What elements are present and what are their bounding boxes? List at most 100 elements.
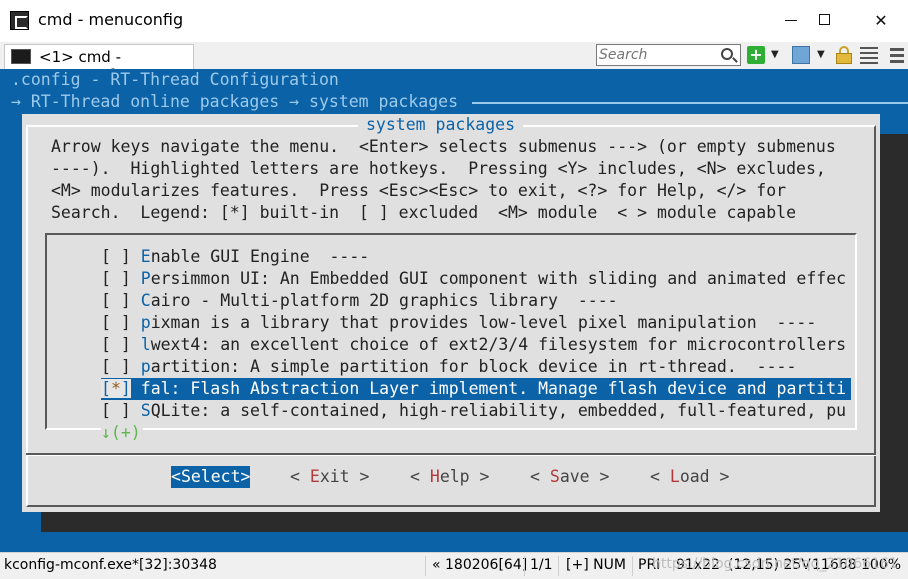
watermark: https://blog.csdn.net/qq_21066161 (652, 556, 898, 572)
button-post: > (240, 467, 251, 486)
menu-item-checkbox (111, 291, 121, 310)
menu-item-hotkey: p (140, 313, 151, 332)
menu-item-label: ersimmon UI: An Embedded GUI component w… (150, 269, 847, 288)
menu-item-hotkey: E (140, 247, 151, 266)
menu-item-bracket: [ (101, 401, 111, 420)
menu-item-checkbox (111, 313, 121, 332)
new-console-icon[interactable]: + (747, 46, 765, 64)
console-tab[interactable]: <1> cmd - menuconf (4, 44, 194, 84)
status-flags: [+] NUM (566, 557, 626, 573)
search-icon[interactable] (721, 48, 733, 60)
load-button[interactable]: < Load > (650, 466, 730, 488)
menu-item[interactable]: [ ] Cairo - Multi-platform 2D graphics l… (101, 290, 851, 312)
menu-item[interactable]: [ ] Persimmon UI: An Embedded GUI compon… (101, 268, 851, 290)
console-area[interactable]: .config - RT-Thread Configuration → RT-T… (0, 69, 908, 552)
dialog-shadow-bottom (41, 512, 908, 532)
exit-button[interactable]: < Exit > (290, 466, 370, 488)
maximize-button[interactable] (802, 0, 848, 42)
button-hot: L (669, 467, 680, 486)
button-pre: < (410, 467, 430, 486)
tab-toolbar: <1> cmd - menuconf + ▼ ▼ (0, 42, 908, 84)
select-button[interactable]: <Select> (171, 466, 251, 488)
menu-item-bracket: [ (101, 313, 111, 332)
button-rest: elp (439, 467, 470, 486)
lock-icon[interactable] (836, 46, 852, 64)
menu-item[interactable]: [ ] pixman is a library that provides lo… (101, 312, 851, 334)
button-post: > (589, 467, 610, 486)
menu-item-bracket: [ (101, 379, 111, 398)
menu-item-bracket: [ (101, 291, 111, 310)
window-title: cmd - menuconfig (38, 10, 184, 29)
menu-item[interactable]: [ ] partition: A simple partition for bl… (101, 356, 851, 378)
status-page: 1/1 (530, 557, 553, 573)
menu-item-checkbox (111, 335, 121, 354)
menu-item[interactable]: [ ] lwext4: an excellent choice of ext2/… (101, 334, 851, 356)
menu-item-bracket: [ (101, 335, 111, 354)
menu-item-bracket: ] (120, 291, 131, 310)
button-pre: < (650, 467, 670, 486)
menu-item-bracket: ] (120, 379, 131, 398)
search-box[interactable] (596, 44, 741, 66)
config-header: .config - RT-Thread Configuration (11, 70, 339, 89)
menuconfig-dialog: system packages Arrow keys navigate the … (22, 114, 880, 512)
save-button[interactable]: < Save > (530, 466, 610, 488)
button-rest: elect (190, 467, 241, 486)
menu-item-checkbox (111, 269, 121, 288)
menu-item-checkbox: * (110, 379, 121, 398)
button-post: > (349, 467, 370, 486)
menu-item-bracket: [ (101, 357, 111, 376)
hamburger-menu-icon[interactable] (890, 46, 904, 64)
help-text: ----). Highlighted letters are hotkeys. … (51, 159, 826, 178)
help-text: Search. Legend: [*] built-in [ ] exclude… (51, 203, 797, 222)
new-console-dropdown-icon[interactable]: ▼ (771, 46, 781, 64)
status-bar: kconfig-mconf.exe*[32]:30348 « 180206[64… (0, 552, 908, 579)
search-input[interactable] (599, 46, 717, 64)
button-hot: H (429, 467, 440, 486)
status-process: kconfig-mconf.exe*[32]:30348 (4, 557, 217, 573)
panel-view-icon[interactable] (792, 46, 810, 64)
menu-item-hotkey: S (140, 401, 151, 420)
help-text: Arrow keys navigate the menu. <Enter> se… (51, 137, 836, 156)
button-pre: < (171, 467, 181, 486)
button-rest: oad (679, 467, 710, 486)
dialog-title: system packages (358, 114, 524, 136)
button-post: > (709, 467, 730, 486)
button-rest: ave (559, 467, 590, 486)
menu-item-bracket: [ (101, 247, 111, 266)
help-text: <M> modularizes features. Press <Esc><Es… (51, 181, 787, 200)
menu-item[interactable]: [ ] SQLite: a self-contained, high-relia… (101, 400, 851, 422)
settings-list-icon[interactable] (860, 46, 878, 64)
menu-item-hotkey: l (140, 335, 151, 354)
maximize-icon (819, 14, 830, 25)
button-hot: S (180, 467, 191, 486)
breadcrumb-rule (472, 102, 908, 104)
menu-item-checkbox (111, 357, 121, 376)
status-position: « 180206[64] (432, 557, 528, 573)
menu-item-label: artition: A simple partition for block d… (150, 357, 797, 376)
title-bar: cmd - menuconfig ✕ (0, 0, 908, 42)
menu-item-label: QLite: a self-contained, high-reliabilit… (150, 401, 847, 420)
menu-item-label: ixman is a library that provides low-lev… (150, 313, 817, 332)
menu-item-label: wext4: an excellent choice of ext2/3/4 f… (150, 335, 847, 354)
close-button[interactable]: ✕ (858, 0, 904, 42)
menu-item-bracket: ] (120, 313, 131, 332)
menu-item-checkbox (111, 247, 121, 266)
button-hot: E (309, 467, 320, 486)
help-button[interactable]: < Help > (410, 466, 490, 488)
menu-item-label: al: Flash Abstraction Layer implement. M… (150, 379, 847, 398)
menu-item-label: nable GUI Engine ---- (150, 247, 370, 266)
menu-item-hotkey: p (140, 357, 151, 376)
menu-item[interactable]: [*] fal: Flash Abstraction Layer impleme… (101, 378, 851, 400)
menu-item-bracket: ] (120, 247, 131, 266)
menu-item-bracket: [ (101, 269, 111, 288)
panel-view-dropdown-icon[interactable]: ▼ (817, 46, 827, 64)
menu-item-bracket: ] (120, 335, 131, 354)
minimize-icon (785, 20, 797, 21)
menu-item-hotkey: C (140, 291, 151, 310)
button-post: > (469, 467, 490, 486)
button-pre: < (530, 467, 550, 486)
menu-item[interactable]: [ ] Enable GUI Engine ---- (101, 246, 851, 268)
menu-item-bracket: ] (120, 357, 131, 376)
breadcrumb: → RT-Thread online packages → system pac… (11, 92, 459, 111)
menu-item-hotkey: P (140, 269, 151, 288)
